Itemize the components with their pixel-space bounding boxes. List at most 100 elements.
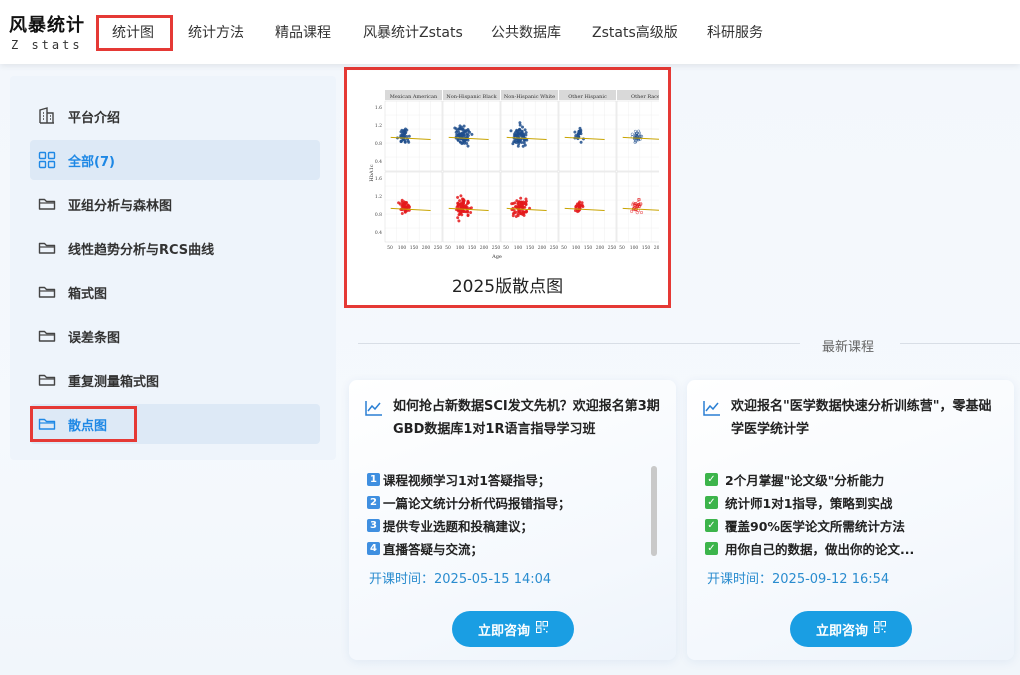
scatter-point (457, 213, 461, 217)
number-badge-icon: 4 (367, 542, 380, 555)
sidebar-item-boxplot[interactable]: 箱式图 (30, 272, 320, 312)
course-feature: ✓ 统计师1对1指导，策略到实战 (705, 493, 892, 512)
chart-card-scatter[interactable]: Mexican American 1.6 1.2 0.8 0.4 Non-Hispanic… (344, 67, 671, 308)
scatter-point (516, 214, 520, 218)
folder-icon (36, 281, 58, 303)
scatter-point (469, 210, 473, 215)
check-icon: ✓ (705, 496, 718, 509)
course-card[interactable]: 欢迎报名"医学数据快速分析训练营"，零基础学医学统计学 ✓ 2个月掌握"论文级"… (687, 380, 1014, 660)
consult-button[interactable]: 立即咨询 (452, 611, 574, 647)
facet-label: Mexican American (390, 94, 438, 100)
sidebar-item-error-bar[interactable]: 误差条图 (30, 316, 320, 356)
nav-active-highlight (96, 15, 173, 51)
nav-tab-methods[interactable]: 统计方法 (188, 22, 244, 42)
scatter-point (579, 140, 583, 144)
sidebar-item-all[interactable]: 全部(7) (30, 140, 320, 180)
number-badge-icon: 1 (367, 473, 380, 486)
nav-tab-zstats-advanced[interactable]: Zstats高级版 (592, 22, 678, 42)
sidebar-item-platform-intro[interactable]: 平台介绍 (30, 96, 320, 136)
course-card[interactable]: 如何抢占新数据SCI发文先机？欢迎报名第3期GBD数据库1对1R语言指导学习班 … (349, 380, 676, 660)
scatter-point (515, 129, 519, 133)
course-feature: 4 直播答疑与交流； (367, 539, 483, 558)
x-tick-label: 200 (480, 245, 489, 251)
sidebar-item-label: 重复测量箱式图 (68, 374, 160, 390)
y-tick-label: 1.2 (375, 194, 382, 200)
facet-label: Non-Hispanic Black (446, 94, 497, 100)
facet-label: Other Race (631, 94, 659, 100)
facet-panel (500, 100, 559, 172)
sidebar-item-label: 线性趋势分析与RCS曲线 (68, 242, 215, 258)
x-axis-label: Age (491, 254, 502, 260)
scatter-point (458, 124, 462, 128)
building-icon (36, 105, 58, 127)
folder-icon (36, 369, 58, 391)
scatter-point (466, 210, 470, 214)
scatter-point (520, 140, 524, 145)
scatter-point (470, 132, 474, 136)
scatter-point (454, 130, 458, 134)
x-tick-label: 100 (572, 245, 581, 251)
scrollbar-thumb[interactable] (651, 466, 657, 556)
chart-card-caption: 2025版散点图 (451, 277, 564, 297)
course-title[interactable]: 欢迎报名"医学数据快速分析训练营"，零基础学医学统计学 (731, 395, 1001, 441)
chart-line-icon (365, 400, 383, 420)
consult-button[interactable]: 立即咨询 (790, 611, 912, 647)
sidebar-active-highlight (30, 406, 137, 442)
course-feature: ✓ 覆盖90%医学论文所需统计方法 (705, 516, 905, 535)
scatter-point (576, 210, 580, 214)
x-tick-label: 200 (654, 245, 659, 251)
x-tick-label: 150 (584, 245, 593, 251)
scatter-point (521, 144, 525, 148)
scatter-point (465, 205, 469, 209)
scatter-point (511, 214, 515, 218)
y-tick-label: 1.6 (375, 176, 382, 182)
facet-panel (442, 100, 501, 172)
scatter-point (397, 201, 401, 205)
scatter-point (524, 130, 528, 135)
sidebar-item-label: 全部(7) (68, 154, 115, 170)
logo-title[interactable]: 风暴统计 (9, 11, 85, 37)
sidebar-item-label: 箱式图 (68, 286, 108, 302)
nav-tab-public-database[interactable]: 公共数据库 (491, 22, 561, 42)
scatter-point (580, 201, 584, 205)
scatter-point (466, 213, 470, 217)
scatter-point (525, 138, 529, 142)
x-tick-label: 50 (445, 245, 451, 251)
scatter-point (523, 205, 527, 209)
scatter-point (457, 219, 461, 223)
sidebar-item-subgroup-forest[interactable]: 亚组分析与森林图 (30, 184, 320, 224)
scatter-point (458, 126, 462, 131)
nav-tab-zstats[interactable]: 风暴统计Zstats (363, 22, 463, 42)
course-start-time: 开课时间：2025-05-15 14:04 (369, 572, 552, 587)
course-feature: 1 课程视频学习1对1答疑指导； (367, 470, 550, 489)
number-badge-icon: 3 (367, 519, 380, 532)
scatter-point (515, 199, 519, 203)
scatter-point (403, 140, 407, 144)
x-tick-label: 100 (514, 245, 523, 251)
sidebar-item-linear-rcs[interactable]: 线性趋势分析与RCS曲线 (30, 228, 320, 268)
x-tick-label: 250 (550, 245, 559, 251)
chart-line-icon (703, 400, 721, 420)
x-tick-label: 250 (492, 245, 501, 251)
nav-tab-courses[interactable]: 精品课程 (275, 22, 331, 42)
x-tick-label: 50 (503, 245, 509, 251)
course-title[interactable]: 如何抢占新数据SCI发文先机？欢迎报名第3期GBD数据库1对1R语言指导学习班 (393, 395, 663, 441)
number-badge-icon: 2 (367, 496, 380, 509)
x-tick-label: 100 (398, 245, 407, 251)
scatter-point (466, 144, 470, 148)
sidebar-item-label: 误差条图 (68, 330, 121, 346)
scatter-point (402, 202, 406, 206)
logo-subtitle: Z stats (11, 38, 83, 52)
scatter-point (458, 140, 462, 144)
x-tick-label: 50 (387, 245, 393, 251)
scatter-point (402, 134, 406, 138)
nav-tab-research-service[interactable]: 科研服务 (707, 22, 763, 42)
scatter-point (518, 123, 522, 127)
scatter-point (524, 197, 528, 201)
scatter-point (462, 141, 466, 145)
sidebar-item-repeated-boxplot[interactable]: 重复测量箱式图 (30, 360, 320, 400)
x-tick-label: 200 (422, 245, 431, 251)
scatter-point (456, 216, 460, 220)
scatter-point (458, 134, 462, 138)
scatter-point (575, 202, 580, 206)
